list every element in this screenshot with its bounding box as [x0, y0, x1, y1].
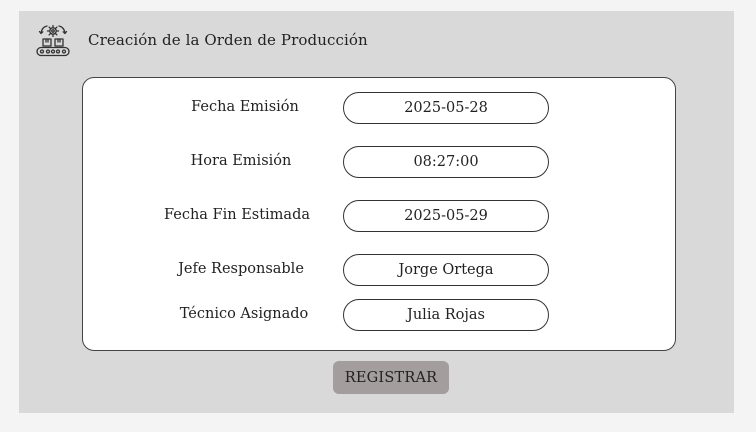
page-title: Creación de la Orden de Producción [88, 31, 368, 49]
issue-time-field[interactable]: 08:27:00 [343, 146, 549, 178]
issue-date-label: Fecha Emisión [191, 99, 299, 115]
issue-time-label: Hora Emisión [190, 153, 292, 169]
register-button[interactable]: REGISTRAR [333, 361, 449, 394]
main-panel: Creación de la Orden de Producción Fecha… [19, 11, 734, 413]
assigned-technician-label: Técnico Asignado [179, 306, 309, 322]
responsible-manager-label: Jefe Responsable [178, 261, 304, 277]
production-order-form: Fecha Emisión 2025-05-28 Hora Emisión 08… [82, 77, 676, 351]
assigned-technician-field[interactable]: Julia Rojas [343, 299, 549, 331]
estimated-end-date-label: Fecha Fin Estimada [163, 207, 311, 223]
production-line-icon [34, 23, 72, 59]
responsible-manager-field[interactable]: Jorge Ortega [343, 254, 549, 286]
issue-date-field[interactable]: 2025-05-28 [343, 92, 549, 124]
estimated-end-date-field[interactable]: 2025-05-29 [343, 200, 549, 232]
